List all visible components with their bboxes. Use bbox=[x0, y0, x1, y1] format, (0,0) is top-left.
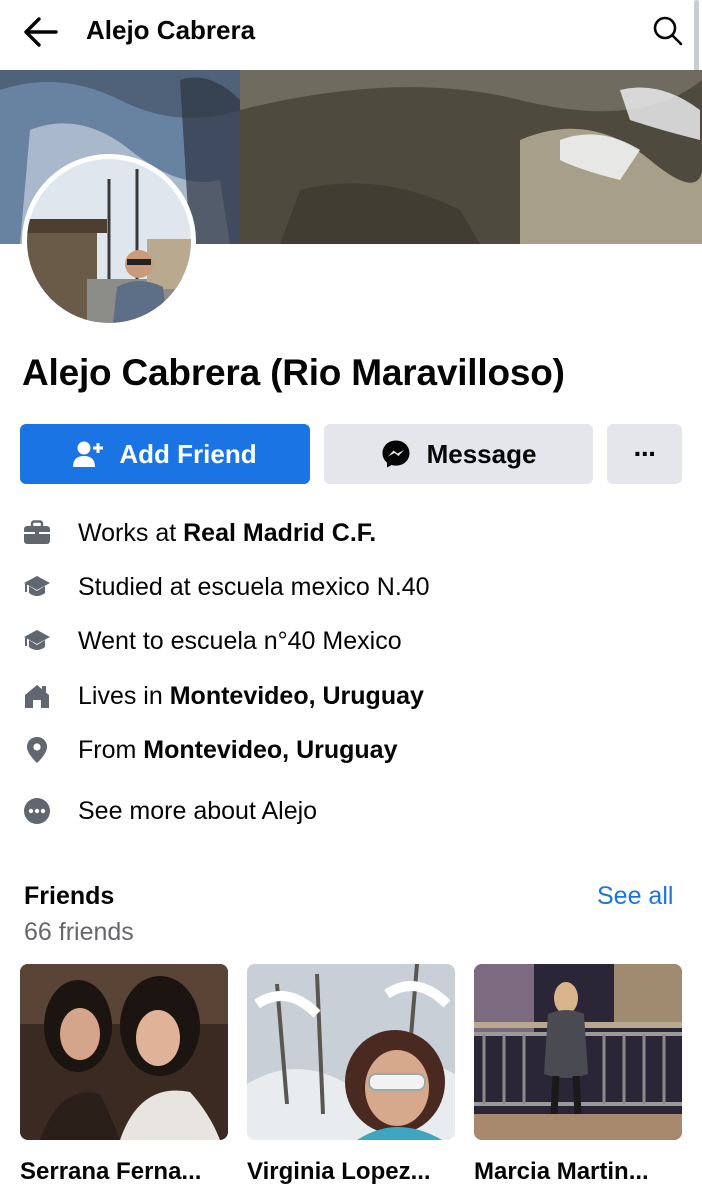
messenger-icon bbox=[382, 440, 410, 468]
about-education-1-text: Studied at escuela mexico N.40 bbox=[78, 572, 430, 601]
see-more-about[interactable]: See more about Alejo bbox=[22, 791, 317, 831]
location-pin-icon bbox=[22, 735, 52, 765]
briefcase-icon bbox=[22, 518, 52, 548]
more-options-button[interactable]: ··· bbox=[607, 424, 682, 484]
friends-count: 66 friends bbox=[24, 918, 134, 946]
friend-photo[interactable] bbox=[474, 964, 682, 1140]
about-work-text: Works at bbox=[78, 518, 184, 547]
friend-photo[interactable] bbox=[247, 964, 455, 1140]
about-lives: Lives in Montevideo, Uruguay bbox=[22, 676, 424, 716]
about-education-1: Studied at escuela mexico N.40 bbox=[22, 567, 430, 607]
message-label: Message bbox=[426, 438, 537, 469]
add-person-icon bbox=[73, 441, 104, 467]
about-from-text: From bbox=[78, 735, 144, 764]
page-title: Alejo Cabrera bbox=[86, 15, 256, 45]
home-icon bbox=[22, 681, 52, 711]
friend-photo[interactable] bbox=[20, 964, 228, 1140]
about-lives-text: Lives in bbox=[78, 681, 170, 710]
friend-card[interactable]: Serrana Ferna... bbox=[20, 964, 228, 1186]
scrollbar[interactable] bbox=[694, 0, 699, 76]
about-work: Works at Real Madrid C.F. bbox=[22, 513, 376, 553]
about-lives-place[interactable]: Montevideo, Uruguay bbox=[170, 682, 424, 710]
friend-name[interactable]: Serrana Ferna... bbox=[20, 1158, 228, 1186]
friend-card[interactable]: Virginia Lopez... bbox=[247, 964, 455, 1186]
see-all-friends-link[interactable]: See all bbox=[597, 882, 673, 911]
friend-card[interactable]: Marcia Martin... bbox=[474, 964, 682, 1186]
add-friend-label: Add Friend bbox=[119, 438, 257, 469]
profile-avatar[interactable] bbox=[22, 154, 196, 328]
about-education-2-text: Went to escuela n°40 Mexico bbox=[78, 626, 402, 655]
graduation-cap-icon bbox=[22, 626, 52, 656]
more-dots-icon bbox=[22, 796, 52, 826]
more-dots-icon: ··· bbox=[633, 438, 658, 469]
friend-name[interactable]: Marcia Martin... bbox=[474, 1158, 682, 1186]
profile-name: Alejo Cabrera (Rio Maravilloso) bbox=[22, 352, 565, 393]
friends-title: Friends bbox=[24, 882, 115, 910]
see-more-about-text[interactable]: See more about Alejo bbox=[78, 797, 317, 826]
avatar-photo bbox=[27, 159, 191, 323]
about-from-place[interactable]: Montevideo, Uruguay bbox=[143, 736, 397, 764]
about-work-employer[interactable]: Real Madrid C.F. bbox=[183, 519, 376, 547]
search-icon[interactable] bbox=[652, 15, 684, 47]
message-button[interactable]: Message bbox=[324, 424, 593, 484]
friend-name[interactable]: Virginia Lopez... bbox=[247, 1158, 455, 1186]
graduation-cap-icon bbox=[22, 572, 52, 602]
top-bar: Alejo Cabrera bbox=[0, 0, 702, 64]
add-friend-button[interactable]: Add Friend bbox=[20, 424, 310, 484]
arrow-left-icon[interactable] bbox=[22, 14, 60, 50]
about-from: From Montevideo, Uruguay bbox=[22, 730, 397, 770]
about-education-2: Went to escuela n°40 Mexico bbox=[22, 621, 402, 661]
